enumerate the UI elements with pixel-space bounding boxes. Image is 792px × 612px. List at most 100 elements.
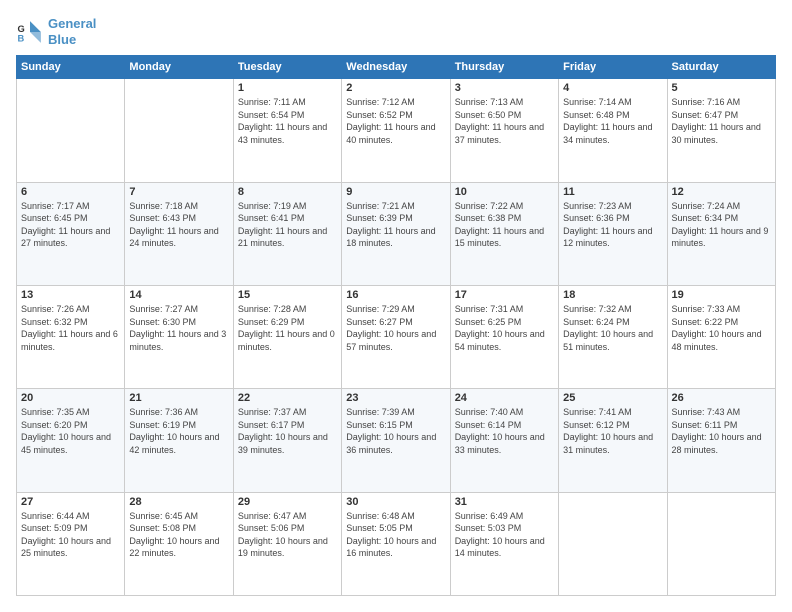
day-number: 17 [455, 289, 554, 301]
calendar-cell: 13Sunrise: 7:26 AM Sunset: 6:32 PM Dayli… [17, 285, 125, 388]
day-number: 18 [563, 289, 662, 301]
day-number: 3 [455, 82, 554, 94]
calendar-cell: 2 Sunrise: 7:12 AM Sunset: 6:52 PM Daylig… [342, 79, 450, 182]
calendar-cell: 5 Sunrise: 7:16 AM Sunset: 6:47 PM Daylig… [667, 79, 775, 182]
calendar-cell: 25 Sunrise: 7:41 AM Sunset: 6:12 PM Dayli… [559, 389, 667, 492]
day-info: Sunrise: 7:18 AM Sunset: 6:43 PM Dayligh… [129, 200, 228, 250]
calendar-week-row: 20Sunrise: 7:35 AM Sunset: 6:20 PM Dayli… [17, 389, 776, 492]
calendar-cell: 31 Sunrise: 6:49 AM Sunset: 5:03 PM Dayli… [450, 492, 558, 595]
calendar-cell: 20Sunrise: 7:35 AM Sunset: 6:20 PM Dayli… [17, 389, 125, 492]
day-info: Sunrise: 7:22 AM Sunset: 6:38 PM Dayligh… [455, 200, 554, 250]
day-number: 14 [129, 289, 228, 301]
calendar-header-row: SundayMondayTuesdayWednesdayThursdayFrid… [17, 56, 776, 79]
day-info: Sunrise: 7:43 AM Sunset: 6:11 PM Dayligh… [672, 406, 771, 456]
day-number: 31 [455, 496, 554, 508]
day-number: 23 [346, 392, 445, 404]
calendar-cell [559, 492, 667, 595]
day-info: Sunrise: 7:39 AM Sunset: 6:15 PM Dayligh… [346, 406, 445, 456]
day-info: Sunrise: 7:16 AM Sunset: 6:47 PM Dayligh… [672, 96, 771, 146]
calendar-week-row: 13Sunrise: 7:26 AM Sunset: 6:32 PM Dayli… [17, 285, 776, 388]
svg-text:G: G [18, 24, 25, 34]
logo: G B General Blue [16, 16, 96, 47]
day-number: 27 [21, 496, 120, 508]
day-number: 2 [346, 82, 445, 94]
svg-text:B: B [18, 33, 25, 43]
calendar-week-row: 6Sunrise: 7:17 AM Sunset: 6:45 PM Daylig… [17, 182, 776, 285]
day-number: 21 [129, 392, 228, 404]
day-info: Sunrise: 7:11 AM Sunset: 6:54 PM Dayligh… [238, 96, 337, 146]
col-header-tuesday: Tuesday [233, 56, 341, 79]
calendar-cell: 27 Sunrise: 6:44 AM Sunset: 5:09 PM Dayli… [17, 492, 125, 595]
calendar-cell: 30 Sunrise: 6:48 AM Sunset: 5:05 PM Dayli… [342, 492, 450, 595]
calendar-cell: 3 Sunrise: 7:13 AM Sunset: 6:50 PM Daylig… [450, 79, 558, 182]
day-number: 30 [346, 496, 445, 508]
day-number: 25 [563, 392, 662, 404]
day-number: 5 [672, 82, 771, 94]
day-number: 7 [129, 186, 228, 198]
day-info: Sunrise: 7:27 AM Sunset: 6:30 PM Dayligh… [129, 303, 228, 353]
calendar-cell: 1 Sunrise: 7:11 AM Sunset: 6:54 PM Daylig… [233, 79, 341, 182]
col-header-saturday: Saturday [667, 56, 775, 79]
day-info: Sunrise: 6:44 AM Sunset: 5:09 PM Dayligh… [21, 510, 120, 560]
day-info: Sunrise: 7:37 AM Sunset: 6:17 PM Dayligh… [238, 406, 337, 456]
calendar-cell: 19 Sunrise: 7:33 AM Sunset: 6:22 PM Dayli… [667, 285, 775, 388]
day-info: Sunrise: 7:33 AM Sunset: 6:22 PM Dayligh… [672, 303, 771, 353]
calendar-week-row: 27 Sunrise: 6:44 AM Sunset: 5:09 PM Dayli… [17, 492, 776, 595]
day-number: 11 [563, 186, 662, 198]
calendar-cell: 24 Sunrise: 7:40 AM Sunset: 6:14 PM Dayli… [450, 389, 558, 492]
calendar-cell: 11 Sunrise: 7:23 AM Sunset: 6:36 PM Dayli… [559, 182, 667, 285]
day-info: Sunrise: 6:49 AM Sunset: 5:03 PM Dayligh… [455, 510, 554, 560]
day-info: Sunrise: 7:31 AM Sunset: 6:25 PM Dayligh… [455, 303, 554, 353]
calendar-week-row: 1 Sunrise: 7:11 AM Sunset: 6:54 PM Daylig… [17, 79, 776, 182]
day-info: Sunrise: 7:23 AM Sunset: 6:36 PM Dayligh… [563, 200, 662, 250]
calendar-cell: 14 Sunrise: 7:27 AM Sunset: 6:30 PM Dayli… [125, 285, 233, 388]
day-number: 13 [21, 289, 120, 301]
day-info: Sunrise: 7:17 AM Sunset: 6:45 PM Dayligh… [21, 200, 120, 250]
day-info: Sunrise: 7:32 AM Sunset: 6:24 PM Dayligh… [563, 303, 662, 353]
day-info: Sunrise: 7:40 AM Sunset: 6:14 PM Dayligh… [455, 406, 554, 456]
day-info: Sunrise: 7:41 AM Sunset: 6:12 PM Dayligh… [563, 406, 662, 456]
calendar-cell: 12 Sunrise: 7:24 AM Sunset: 6:34 PM Dayli… [667, 182, 775, 285]
calendar-cell: 28Sunrise: 6:45 AM Sunset: 5:08 PM Dayli… [125, 492, 233, 595]
calendar-table: SundayMondayTuesdayWednesdayThursdayFrid… [16, 55, 776, 596]
calendar-cell: 21 Sunrise: 7:36 AM Sunset: 6:19 PM Dayli… [125, 389, 233, 492]
day-number: 10 [455, 186, 554, 198]
day-info: Sunrise: 7:19 AM Sunset: 6:41 PM Dayligh… [238, 200, 337, 250]
day-info: Sunrise: 7:28 AM Sunset: 6:29 PM Dayligh… [238, 303, 337, 353]
day-number: 16 [346, 289, 445, 301]
page-header: G B General Blue [16, 16, 776, 47]
calendar-cell: 9 Sunrise: 7:21 AM Sunset: 6:39 PM Daylig… [342, 182, 450, 285]
day-info: Sunrise: 6:48 AM Sunset: 5:05 PM Dayligh… [346, 510, 445, 560]
day-info: Sunrise: 7:12 AM Sunset: 6:52 PM Dayligh… [346, 96, 445, 146]
day-number: 19 [672, 289, 771, 301]
day-info: Sunrise: 7:14 AM Sunset: 6:48 PM Dayligh… [563, 96, 662, 146]
day-number: 8 [238, 186, 337, 198]
day-number: 1 [238, 82, 337, 94]
day-number: 28 [129, 496, 228, 508]
day-number: 4 [563, 82, 662, 94]
calendar-cell: 16 Sunrise: 7:29 AM Sunset: 6:27 PM Dayli… [342, 285, 450, 388]
calendar-cell: 18 Sunrise: 7:32 AM Sunset: 6:24 PM Dayli… [559, 285, 667, 388]
calendar-cell: 29 Sunrise: 6:47 AM Sunset: 5:06 PM Dayli… [233, 492, 341, 595]
calendar-cell: 26Sunrise: 7:43 AM Sunset: 6:11 PM Dayli… [667, 389, 775, 492]
day-info: Sunrise: 7:24 AM Sunset: 6:34 PM Dayligh… [672, 200, 771, 250]
day-number: 29 [238, 496, 337, 508]
calendar-cell: 23 Sunrise: 7:39 AM Sunset: 6:15 PM Dayli… [342, 389, 450, 492]
col-header-thursday: Thursday [450, 56, 558, 79]
day-info: Sunrise: 7:13 AM Sunset: 6:50 PM Dayligh… [455, 96, 554, 146]
day-info: Sunrise: 7:21 AM Sunset: 6:39 PM Dayligh… [346, 200, 445, 250]
calendar-cell: 15Sunrise: 7:28 AM Sunset: 6:29 PM Dayli… [233, 285, 341, 388]
day-number: 9 [346, 186, 445, 198]
calendar-cell [125, 79, 233, 182]
day-info: Sunrise: 7:35 AM Sunset: 6:20 PM Dayligh… [21, 406, 120, 456]
day-number: 24 [455, 392, 554, 404]
logo-icon: G B [16, 18, 44, 46]
calendar-cell: 7 Sunrise: 7:18 AM Sunset: 6:43 PM Daylig… [125, 182, 233, 285]
day-info: Sunrise: 7:36 AM Sunset: 6:19 PM Dayligh… [129, 406, 228, 456]
day-number: 12 [672, 186, 771, 198]
day-info: Sunrise: 6:47 AM Sunset: 5:06 PM Dayligh… [238, 510, 337, 560]
day-info: Sunrise: 7:29 AM Sunset: 6:27 PM Dayligh… [346, 303, 445, 353]
col-header-sunday: Sunday [17, 56, 125, 79]
col-header-monday: Monday [125, 56, 233, 79]
calendar-cell: 6Sunrise: 7:17 AM Sunset: 6:45 PM Daylig… [17, 182, 125, 285]
